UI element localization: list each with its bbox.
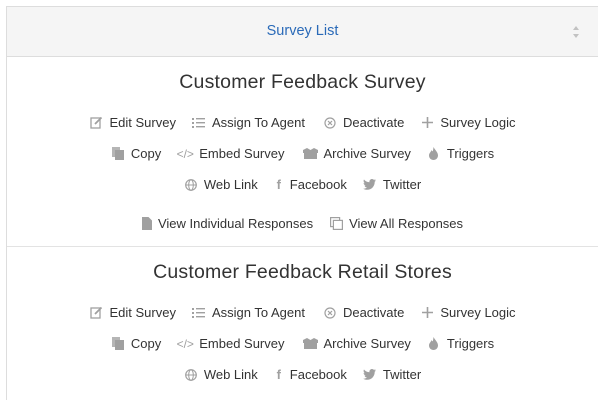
facebook-label: Facebook xyxy=(289,367,347,382)
action-row: Web Link f Facebook Twitter xyxy=(7,367,598,382)
triggers-button[interactable]: Triggers xyxy=(427,146,494,161)
circle-x-icon xyxy=(323,306,337,320)
edit-survey-button[interactable]: Edit Survey xyxy=(89,115,176,130)
copy-icon xyxy=(111,147,125,161)
circle-x-icon xyxy=(323,116,337,130)
archive-survey-button[interactable]: Archive Survey xyxy=(302,146,411,161)
survey-logic-button[interactable]: Survey Logic xyxy=(420,115,516,130)
flame-icon xyxy=(427,337,441,351)
action-row: Copy </> Embed Survey Archive Survey Tri… xyxy=(7,146,598,161)
copy-label: Copy xyxy=(130,146,162,161)
facebook-button[interactable]: f Facebook xyxy=(274,177,347,192)
deactivate-label: Deactivate xyxy=(342,115,405,130)
facebook-label: Facebook xyxy=(289,177,347,192)
file-icon xyxy=(141,217,152,231)
embed-survey-button[interactable]: </> Embed Survey xyxy=(176,146,285,161)
code-icon: </> xyxy=(176,146,194,161)
triggers-label: Triggers xyxy=(446,146,495,161)
globe-icon xyxy=(184,368,198,382)
survey-item: Customer Feedback Survey Edit Survey Ass… xyxy=(7,57,598,247)
twitter-button[interactable]: Twitter xyxy=(363,177,421,192)
code-icon: </> xyxy=(176,336,194,351)
view-all-responses-label: View All Responses xyxy=(349,216,464,231)
deactivate-button[interactable]: Deactivate xyxy=(323,305,404,320)
list-header: Survey List xyxy=(7,7,598,57)
embed-survey-button[interactable]: </> Embed Survey xyxy=(176,336,285,351)
survey-list-panel: Survey List Customer Feedback Survey Edi… xyxy=(6,6,598,400)
assign-to-agent-button[interactable]: Assign To Agent xyxy=(192,115,305,130)
copy-label: Copy xyxy=(130,336,162,351)
deactivate-label: Deactivate xyxy=(342,305,405,320)
twitter-button[interactable]: Twitter xyxy=(363,367,421,382)
web-link-button[interactable]: Web Link xyxy=(184,367,258,382)
archive-survey-label: Archive Survey xyxy=(323,336,411,351)
archive-survey-button[interactable]: Archive Survey xyxy=(302,336,411,351)
action-row: Copy </> Embed Survey Archive Survey Tri… xyxy=(7,336,598,351)
survey-title: Customer Feedback Survey xyxy=(179,71,426,93)
flame-icon xyxy=(427,147,441,161)
embed-survey-label: Embed Survey xyxy=(199,146,285,161)
copy-button[interactable]: Copy xyxy=(111,336,161,351)
action-row: View Individual Responses View All Respo… xyxy=(7,216,598,231)
web-link-label: Web Link xyxy=(203,367,258,382)
facebook-button[interactable]: f Facebook xyxy=(274,367,347,382)
survey-logic-label: Survey Logic xyxy=(440,305,516,320)
assign-to-agent-label: Assign To Agent xyxy=(211,115,305,130)
view-individual-responses-label: View Individual Responses xyxy=(157,216,314,231)
edit-icon xyxy=(89,306,103,320)
copy-button[interactable]: Copy xyxy=(111,146,161,161)
action-row: Edit Survey Assign To Agent Deactivate S… xyxy=(7,115,598,130)
assign-to-agent-label: Assign To Agent xyxy=(211,305,305,320)
globe-icon xyxy=(184,178,198,192)
survey-logic-button[interactable]: Survey Logic xyxy=(420,305,516,320)
plus-icon xyxy=(420,116,434,130)
sort-icon[interactable] xyxy=(572,25,580,39)
action-row: Web Link f Facebook Twitter xyxy=(7,177,598,192)
edit-survey-label: Edit Survey xyxy=(109,115,176,130)
archive-survey-label: Archive Survey xyxy=(323,146,411,161)
facebook-icon: f xyxy=(276,177,281,192)
archive-icon xyxy=(302,337,318,351)
deactivate-button[interactable]: Deactivate xyxy=(323,115,404,130)
list-icon xyxy=(192,116,206,130)
edit-survey-label: Edit Survey xyxy=(109,305,176,320)
twitter-icon xyxy=(363,178,377,192)
facebook-icon: f xyxy=(276,367,281,382)
survey-title: Customer Feedback Retail Stores xyxy=(153,261,452,283)
squares-icon xyxy=(329,217,343,231)
triggers-button[interactable]: Triggers xyxy=(427,336,494,351)
web-link-label: Web Link xyxy=(203,177,258,192)
copy-icon xyxy=(111,337,125,351)
twitter-icon xyxy=(363,368,377,382)
triggers-label: Triggers xyxy=(446,336,495,351)
twitter-label: Twitter xyxy=(382,177,422,192)
edit-icon xyxy=(89,116,103,130)
header-title-link[interactable]: Survey List xyxy=(7,23,598,39)
survey-logic-label: Survey Logic xyxy=(440,115,516,130)
archive-icon xyxy=(302,147,318,161)
assign-to-agent-button[interactable]: Assign To Agent xyxy=(192,305,305,320)
list-icon xyxy=(192,306,206,320)
twitter-label: Twitter xyxy=(382,367,422,382)
embed-survey-label: Embed Survey xyxy=(199,336,285,351)
view-individual-responses-button[interactable]: View Individual Responses xyxy=(141,216,314,231)
action-row: Edit Survey Assign To Agent Deactivate S… xyxy=(7,305,598,320)
edit-survey-button[interactable]: Edit Survey xyxy=(89,305,176,320)
view-all-responses-button[interactable]: View All Responses xyxy=(329,216,463,231)
web-link-button[interactable]: Web Link xyxy=(184,177,258,192)
survey-item: Customer Feedback Retail Stores Edit Sur… xyxy=(7,247,598,401)
plus-icon xyxy=(420,306,434,320)
